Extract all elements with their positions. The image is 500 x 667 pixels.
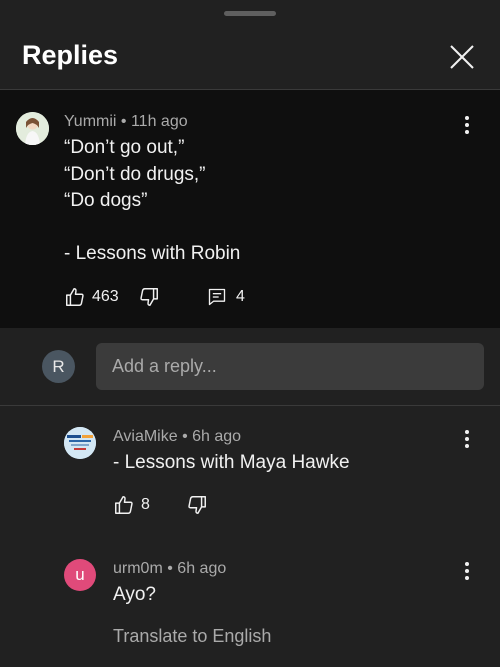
thumbs-up-icon xyxy=(115,496,133,514)
comment-line xyxy=(64,215,240,242)
reply-author[interactable]: AviaMike xyxy=(113,428,178,445)
meta-separator: • xyxy=(120,113,127,130)
avatar[interactable] xyxy=(64,427,96,459)
close-button[interactable] xyxy=(446,41,478,73)
avatar[interactable] xyxy=(16,112,49,145)
comment-time: 11h ago xyxy=(130,113,188,130)
comment-text: “Don’t go out,” “Don’t do drugs,” “Do dogs… xyxy=(64,135,240,268)
avatar[interactable]: u xyxy=(64,559,96,591)
comment-menu-button[interactable] xyxy=(457,114,477,138)
reply-time: 6h ago xyxy=(177,560,227,577)
top-comment: Yummii • 11h ago “Don’t go out,” “Don’t d… xyxy=(0,90,500,328)
more-vertical-icon xyxy=(457,430,477,448)
reply-text: Ayo? xyxy=(113,584,156,605)
reply-count-button[interactable]: 4 xyxy=(207,287,245,307)
thumbs-down-icon xyxy=(140,288,158,306)
comment-line: “Don’t do drugs,” xyxy=(64,163,206,185)
user-avatar-icon xyxy=(16,112,49,145)
replies-header: Replies xyxy=(0,0,500,90)
reply-text: - Lessons with Maya Hawke xyxy=(113,452,350,473)
reply-menu-button[interactable] xyxy=(457,560,477,584)
comment-line: “Don’t go out,” xyxy=(64,137,185,158)
like-count: 8 xyxy=(141,496,150,513)
more-vertical-icon xyxy=(457,562,477,580)
translate-link[interactable]: Translate to English xyxy=(113,626,271,647)
meta-separator: • xyxy=(167,560,173,577)
page-title: Replies xyxy=(22,40,119,70)
reply-meta: urm0m • 6h ago xyxy=(113,560,226,578)
reply-menu-button[interactable] xyxy=(457,428,477,452)
like-button[interactable]: 8 xyxy=(113,494,150,516)
comment-meta: Yummii • 11h ago xyxy=(64,113,188,131)
more-vertical-icon xyxy=(457,116,477,134)
comment-author[interactable]: Yummii xyxy=(64,113,116,130)
dislike-button[interactable] xyxy=(186,494,208,516)
aviamike-avatar-icon xyxy=(64,427,96,459)
comment-icon xyxy=(208,288,226,306)
reply-meta: AviaMike • 6h ago xyxy=(113,428,241,446)
like-button[interactable]: 463 xyxy=(64,286,119,308)
thumbs-down-icon xyxy=(188,496,206,514)
reply-composer: R xyxy=(0,328,500,406)
reply-count: 4 xyxy=(236,288,245,305)
close-icon xyxy=(450,45,474,69)
comment-line: - Lessons with Robin xyxy=(64,243,241,264)
like-count: 463 xyxy=(92,288,119,305)
reply-time: 6h ago xyxy=(192,428,242,445)
avatar[interactable]: R xyxy=(42,350,75,383)
comment-line: “Do dogs” xyxy=(64,190,148,211)
reply-input[interactable] xyxy=(96,343,484,390)
meta-separator: • xyxy=(182,428,188,445)
thumbs-up-icon xyxy=(66,288,84,306)
dislike-button[interactable] xyxy=(138,286,160,308)
reply-author[interactable]: urm0m xyxy=(113,560,163,577)
